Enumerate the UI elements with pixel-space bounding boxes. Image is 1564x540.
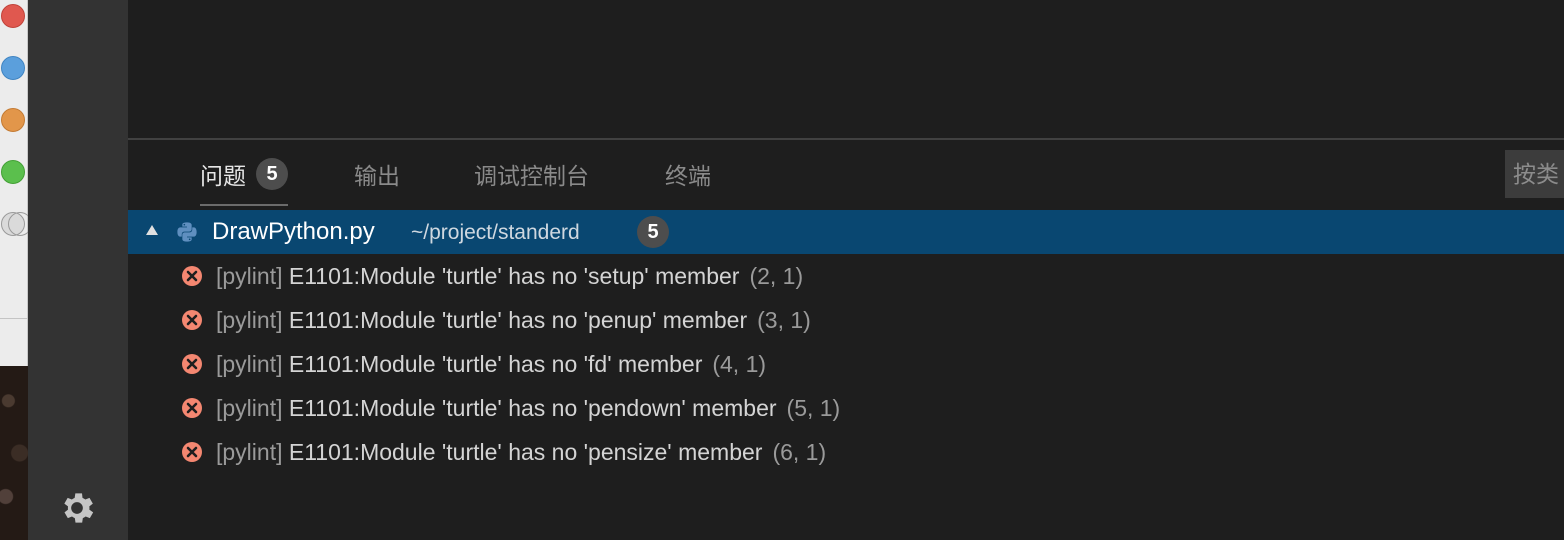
file-name: DrawPython.py [212, 218, 375, 245]
problem-text: [pylint] E1101:Module 'turtle' has no 'p… [216, 395, 840, 422]
tab-problems[interactable]: 问题 5 [200, 140, 288, 208]
problem-message: E1101:Module 'turtle' has no 'pensize' m… [288, 438, 763, 465]
problem-source: [pylint] [216, 262, 283, 289]
error-icon [181, 441, 203, 463]
error-icon [181, 397, 203, 419]
panel-tabs: 问题 5 输出 调试控制台 终端 [128, 140, 1508, 208]
problem-text: [pylint] E1101:Module 'turtle' has no 'p… [216, 439, 826, 466]
file-group-row[interactable]: DrawPython.py ~/project/standerd 5 [128, 210, 1564, 254]
problem-location: (6, 1) [772, 438, 827, 465]
problem-text: [pylint] E1101:Module 'turtle' has no 'p… [216, 307, 811, 334]
problem-location: (4, 1) [712, 350, 767, 377]
problem-source: [pylint] [216, 438, 283, 465]
red-circle-icon [1, 4, 25, 28]
collapse-triangle-icon[interactable] [146, 225, 158, 235]
python-icon [176, 221, 198, 243]
tab-terminal-label: 终端 [665, 163, 711, 189]
green-circle-icon [1, 160, 25, 184]
activity-bar [28, 0, 128, 540]
editor-area[interactable] [128, 0, 1564, 138]
problem-row[interactable]: [pylint] E1101:Module 'turtle' has no 's… [128, 254, 1564, 298]
problem-message: E1101:Module 'turtle' has no 'pendown' m… [288, 394, 777, 421]
problem-row[interactable]: [pylint] E1101:Module 'turtle' has no 'f… [128, 342, 1564, 386]
filter-placeholder: 按类 [1513, 161, 1559, 187]
problem-location: (2, 1) [749, 262, 804, 289]
problem-message: E1101:Module 'turtle' has no 'fd' member [288, 350, 703, 377]
problem-row[interactable]: [pylint] E1101:Module 'turtle' has no 'p… [128, 430, 1564, 474]
error-icon [181, 353, 203, 375]
problem-text: [pylint] E1101:Module 'turtle' has no 's… [216, 263, 803, 290]
problem-row[interactable]: [pylint] E1101:Module 'turtle' has no 'p… [128, 386, 1564, 430]
filter-input[interactable]: 按类 [1505, 150, 1564, 198]
desktop-wallpaper [0, 366, 28, 540]
problem-location: (3, 1) [757, 306, 811, 333]
problems-count-badge: 5 [256, 158, 288, 190]
strip-divider [0, 318, 28, 319]
problem-source: [pylint] [216, 394, 283, 421]
background-window-strip [0, 0, 32, 540]
blue-circle-icon [1, 56, 25, 80]
problem-message: E1101:Module 'turtle' has no 'penup' mem… [288, 306, 748, 333]
problem-source: [pylint] [216, 306, 283, 333]
tab-debug-console-label: 调试控制台 [474, 163, 589, 189]
problem-source: [pylint] [216, 350, 283, 377]
gear-icon[interactable] [57, 488, 97, 528]
problems-panel: 问题 5 输出 调试控制台 终端 按类 DrawPython.py ~/proj… [128, 138, 1564, 540]
error-icon [181, 309, 203, 331]
problem-message: E1101:Module 'turtle' has no 'setup' mem… [288, 262, 740, 289]
problem-row[interactable]: [pylint] E1101:Module 'turtle' has no 'p… [128, 298, 1564, 342]
problem-location: (5, 1) [786, 394, 841, 421]
tab-output-label: 输出 [354, 163, 400, 189]
tab-output[interactable]: 输出 [354, 140, 400, 208]
tab-debug-console[interactable]: 调试控制台 [474, 140, 589, 208]
file-path: ~/project/standerd [411, 221, 580, 244]
file-problem-count-badge: 5 [637, 216, 669, 248]
orange-circle-icon [1, 108, 25, 132]
problem-text: [pylint] E1101:Module 'turtle' has no 'f… [216, 351, 766, 378]
error-icon [181, 265, 203, 287]
tab-terminal[interactable]: 终端 [665, 140, 711, 208]
tab-problems-label: 问题 [200, 163, 246, 189]
